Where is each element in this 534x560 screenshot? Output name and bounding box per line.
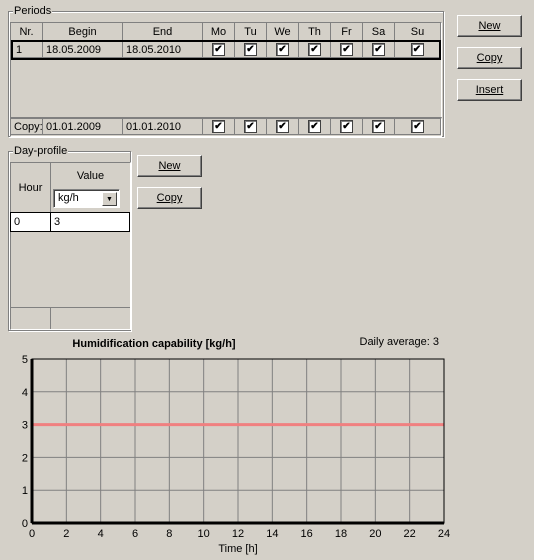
day-profile-hour-input[interactable]: 0 (11, 213, 51, 231)
period-mo-checkbox[interactable]: ✔ (212, 43, 225, 56)
period-tu-checkbox[interactable]: ✔ (244, 43, 257, 56)
daily-average-label: Daily average: 3 (360, 336, 440, 348)
x-tick-label: 16 (301, 528, 313, 540)
x-tick-label: 0 (29, 528, 35, 540)
y-tick-label: 2 (22, 452, 28, 464)
x-tick-label: 4 (98, 528, 104, 540)
column-header-end[interactable]: End (123, 23, 203, 41)
x-tick-label: 2 (63, 528, 69, 540)
periods-copy-row: Copy: 01.01.2009 01.01.2010 ✔ ✔ ✔ ✔ ✔ ✔ … (10, 117, 442, 137)
x-tick-label: 10 (198, 528, 210, 540)
day-profile-table: Hour Value (10, 162, 131, 330)
day-profile-new-button[interactable]: New (137, 155, 202, 177)
period-row[interactable]: 1 18.05.2009 18.05.2010 ✔ ✔ ✔ ✔ ✔ ✔ ✔ (11, 40, 441, 60)
day-profile-footer-divider (11, 307, 130, 308)
day-profile-value-input[interactable]: 3 (51, 213, 129, 231)
y-tick-label: 0 (22, 518, 28, 530)
period-new-button[interactable]: New (457, 15, 522, 37)
x-tick-label: 24 (438, 528, 450, 540)
column-header-sa[interactable]: Sa (363, 23, 395, 41)
copy-tu-checkbox[interactable]: ✔ (244, 120, 257, 133)
x-tick-label: 18 (335, 528, 347, 540)
copy-th-checkbox[interactable]: ✔ (308, 120, 321, 133)
column-header-we[interactable]: We (267, 23, 299, 41)
period-th-checkbox[interactable]: ✔ (308, 43, 321, 56)
copy-we-checkbox[interactable]: ✔ (276, 120, 289, 133)
column-header-th[interactable]: Th (299, 23, 331, 41)
column-header-tu[interactable]: Tu (235, 23, 267, 41)
copy-label: Copy: (11, 119, 43, 135)
periods-group-label: Periods (13, 5, 53, 17)
column-header-begin[interactable]: Begin (43, 23, 123, 41)
periods-header-row: Nr. Begin End Mo Tu We Th Fr Sa Su (11, 23, 441, 41)
day-profile-copy-button[interactable]: Copy (137, 187, 202, 209)
unit-select[interactable]: kg/h ▼ (53, 189, 120, 208)
period-nr[interactable]: 1 (13, 42, 43, 58)
x-tick-label: 14 (266, 528, 278, 540)
y-tick-label: 3 (22, 420, 28, 432)
period-copy-button[interactable]: Copy (457, 47, 522, 69)
copy-fr-checkbox[interactable]: ✔ (340, 120, 353, 133)
x-tick-label: 8 (166, 528, 172, 540)
x-tick-label: 20 (369, 528, 381, 540)
copy-sa-checkbox[interactable]: ✔ (372, 120, 385, 133)
chevron-down-icon[interactable]: ▼ (102, 192, 117, 206)
copy-su-checkbox[interactable]: ✔ (411, 120, 424, 133)
chart-title: Humidification capability [kg/h] (72, 338, 236, 350)
period-su-checkbox[interactable]: ✔ (410, 43, 424, 56)
y-tick-label: 4 (22, 387, 28, 399)
value-header-label: Value (76, 170, 105, 182)
day-profile-group-label: Day-profile (13, 145, 69, 157)
period-begin[interactable]: 18.05.2009 (43, 42, 123, 58)
x-tick-label: 6 (132, 528, 138, 540)
period-sa-checkbox[interactable]: ✔ (372, 43, 385, 56)
day-profile-footer-col-divider (50, 307, 51, 329)
day-profile-row[interactable]: 0 3 (10, 212, 130, 232)
copy-end[interactable]: 01.01.2010 (123, 119, 203, 135)
copy-begin[interactable]: 01.01.2009 (43, 119, 123, 135)
period-fr-checkbox[interactable]: ✔ (340, 43, 353, 56)
unit-select-value: kg/h (58, 192, 79, 204)
copy-mo-checkbox[interactable]: ✔ (212, 120, 225, 133)
column-header-nr[interactable]: Nr. (11, 23, 43, 41)
x-tick-label: 22 (404, 528, 416, 540)
y-tick-label: 1 (22, 485, 28, 497)
period-we-checkbox[interactable]: ✔ (276, 43, 289, 56)
column-header-su[interactable]: Su (395, 23, 441, 41)
column-header-fr[interactable]: Fr (331, 23, 363, 41)
period-end[interactable]: 18.05.2010 (123, 42, 203, 58)
column-header-hour[interactable]: Hour (11, 163, 51, 213)
y-tick-label: 5 (22, 354, 28, 366)
copy-row: Copy: 01.01.2009 01.01.2010 ✔ ✔ ✔ ✔ ✔ ✔ … (11, 119, 441, 135)
x-axis-label: Time [h] (218, 543, 257, 555)
humidification-chart: Humidification capability [kg/h] Daily a… (22, 336, 450, 555)
period-insert-button[interactable]: Insert (457, 79, 522, 101)
column-header-mo[interactable]: Mo (203, 23, 235, 41)
periods-table: Nr. Begin End Mo Tu We Th Fr Sa Su 1 18.… (10, 22, 442, 120)
x-tick-label: 12 (232, 528, 244, 540)
